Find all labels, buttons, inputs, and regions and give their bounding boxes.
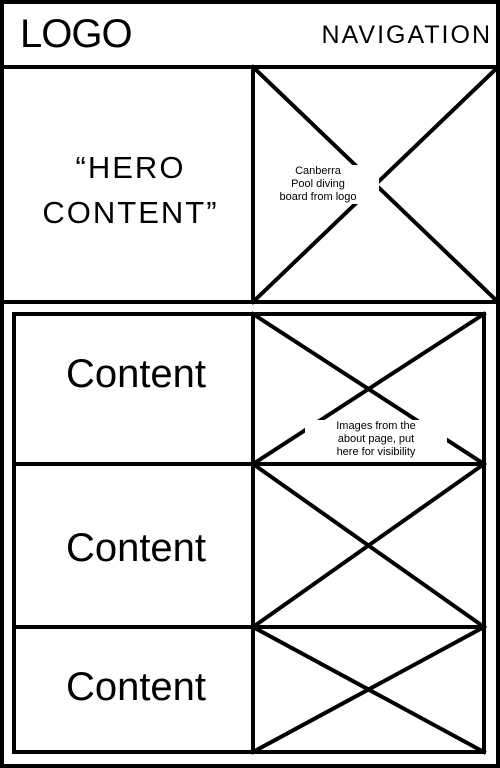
content-image-placeholder-3 bbox=[250, 624, 487, 755]
about-caption-line-2: about page, put bbox=[337, 433, 415, 445]
about-images-caption: Images from the about page, put here for… bbox=[305, 420, 447, 459]
content-image-placeholder-2 bbox=[250, 461, 487, 630]
hero-text-line-2: CONTENT” bbox=[42, 195, 219, 230]
hero-caption-line-3: board from logo bbox=[279, 191, 357, 203]
hero-caption-line-1: Canberra bbox=[295, 165, 341, 177]
hero-content-text: “HERO CONTENT” bbox=[8, 145, 253, 235]
logo[interactable]: LOGO bbox=[20, 12, 133, 56]
content-label-3: Content bbox=[65, 665, 207, 709]
content-label-2: Content bbox=[65, 526, 207, 570]
hero-caption-line-2: Pool diving bbox=[291, 178, 345, 190]
content-label-1: Content bbox=[65, 352, 207, 396]
about-caption-line-3: here for visibility bbox=[336, 446, 416, 458]
hero-image-caption: Canberra Pool diving board from logo bbox=[257, 165, 379, 204]
about-caption-line-1: Images from the bbox=[336, 420, 416, 432]
navigation[interactable]: NAVIGATION bbox=[322, 20, 492, 50]
hero-text-line-1: “HERO bbox=[75, 150, 186, 185]
